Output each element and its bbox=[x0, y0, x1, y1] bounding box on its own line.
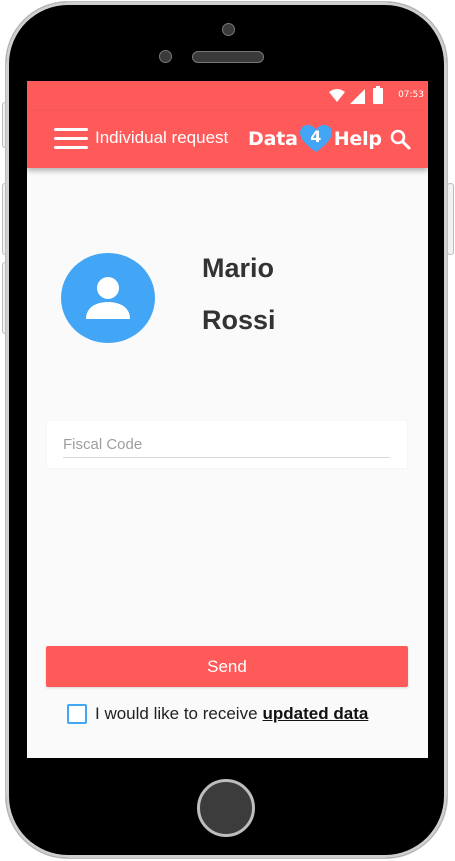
front-camera bbox=[222, 23, 235, 36]
fiscal-code-input[interactable] bbox=[63, 431, 390, 458]
home-button[interactable] bbox=[197, 779, 255, 837]
wifi-icon bbox=[329, 89, 345, 102]
battery-icon bbox=[373, 86, 383, 104]
proximity-sensor bbox=[159, 50, 172, 63]
consent-checkbox[interactable] bbox=[67, 704, 87, 724]
updated-data-link[interactable]: updated data bbox=[263, 704, 369, 724]
person-icon bbox=[86, 277, 130, 319]
app-screen: 07:53 Individual request Data 4 Help Mar… bbox=[27, 81, 428, 758]
signal-icon bbox=[350, 89, 365, 104]
send-button[interactable]: Send bbox=[46, 646, 408, 687]
menu-icon[interactable] bbox=[54, 128, 88, 150]
status-time: 07:53 bbox=[398, 90, 424, 100]
heart-icon: 4 bbox=[299, 125, 332, 153]
search-icon[interactable] bbox=[389, 128, 411, 150]
power-button bbox=[447, 183, 454, 255]
page-title: Individual request bbox=[95, 128, 229, 147]
data4help-logo: Data 4 Help bbox=[248, 124, 382, 154]
earpiece-speaker bbox=[192, 51, 264, 63]
fiscal-code-card bbox=[47, 421, 407, 468]
status-bar: 07:53 bbox=[27, 81, 428, 111]
user-first-name: Mario bbox=[202, 253, 275, 283]
consent-row: I would like to receive updated data bbox=[67, 704, 368, 724]
avatar bbox=[61, 253, 155, 343]
consent-label: I would like to receive bbox=[95, 704, 258, 723]
app-bar: Individual request Data 4 Help bbox=[27, 111, 428, 168]
user-last-name: Rossi bbox=[202, 305, 276, 335]
